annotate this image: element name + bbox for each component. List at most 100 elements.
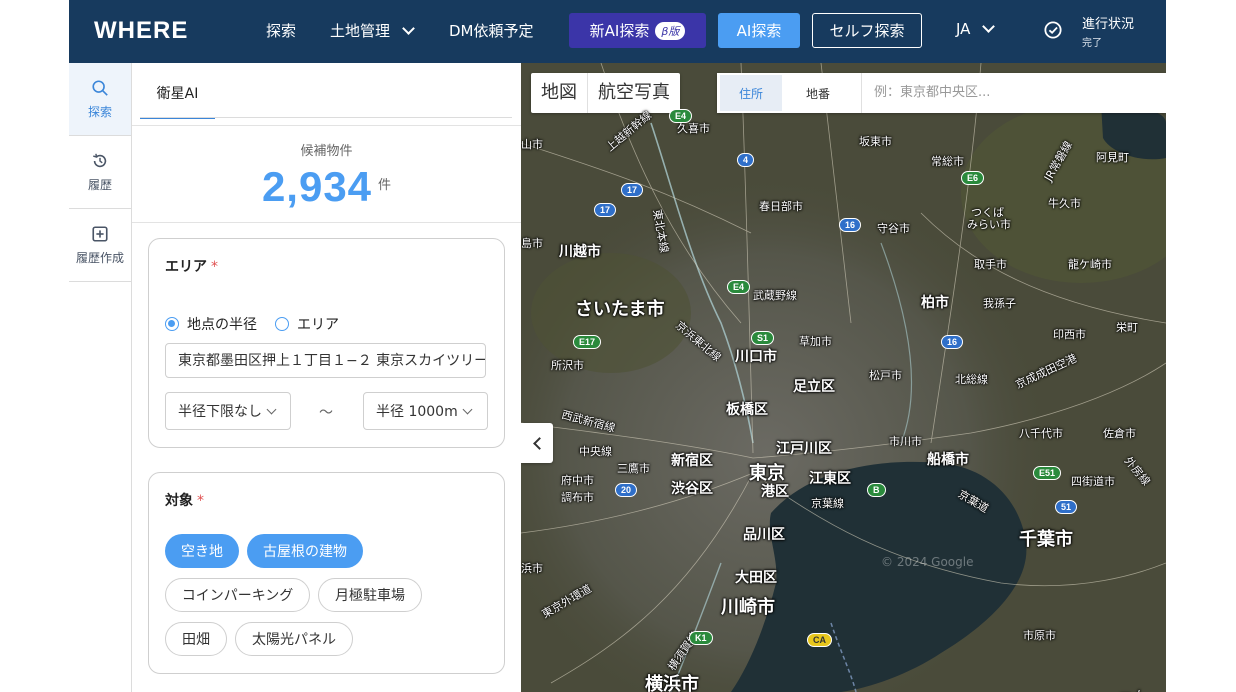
map-label: 我孫子	[983, 297, 1016, 310]
route-shield: E6	[961, 171, 985, 185]
route-shield: 4	[737, 153, 755, 167]
history-icon	[93, 153, 107, 167]
map-label: 坂東市	[859, 135, 892, 148]
collapse-panel-button[interactable]	[521, 423, 553, 463]
nav-land-management[interactable]: 土地管理	[330, 20, 415, 41]
rail-item-label: 履歴	[87, 177, 112, 192]
required-mark: *	[211, 259, 218, 275]
map-label: 四街道市	[1071, 475, 1115, 488]
max-radius-select[interactable]: 半径 1000m	[363, 392, 488, 430]
map-label: 横浜市	[645, 674, 699, 692]
map-label: 大田区	[735, 570, 777, 586]
chip-coin-parking[interactable]: コインパーキング	[165, 578, 310, 612]
new-ai-search-button[interactable]: 新AI探索 β版	[569, 13, 706, 48]
area-radio-label: エリア	[297, 317, 339, 333]
rail-item-explore[interactable]: 探索	[69, 63, 131, 136]
map-type-aerial[interactable]: 航空写真	[587, 73, 680, 113]
map-label: 調布市	[561, 491, 594, 504]
map-label: 佐倉市	[1103, 427, 1136, 440]
map-label: 渋谷区	[671, 481, 713, 497]
map-label: 板橋区	[726, 402, 768, 418]
map-label: 浜市	[521, 562, 543, 575]
map-label: 印西市	[1053, 328, 1086, 341]
map-label: 阿見町	[1096, 151, 1129, 164]
route-shield: S1	[751, 331, 775, 345]
nav-explore-label: 探索	[266, 22, 297, 40]
area-card: エリア * 地点の半径 エリア 東京都墨田区押上１丁目１−２ 東京スカイツリー 半…	[148, 238, 505, 448]
map-label: 品川区	[743, 527, 785, 543]
target-card: 対象 * 空き地 古屋根の建物 コインパーキング 月極駐車場 田畑 太陽光パネル	[148, 472, 505, 674]
map-label: 江東区	[809, 471, 851, 487]
range-tilde: 〜	[319, 405, 333, 421]
nav-dm-request[interactable]: DM依頼予定	[449, 20, 534, 41]
seg-address[interactable]: 住所	[720, 75, 782, 111]
map-label: みらい市	[967, 218, 1011, 231]
logo[interactable]: WHERE	[94, 17, 188, 45]
map-type-map[interactable]: 地図	[531, 73, 587, 113]
map-label: 北総線	[955, 373, 988, 386]
radio-selected-icon	[165, 317, 179, 331]
route-shield: E51	[1033, 466, 1062, 480]
map-label: 山市	[521, 138, 543, 151]
map-label: 取手市	[974, 258, 1007, 271]
nav-land-management-label: 土地管理	[330, 22, 391, 40]
route-shield: K1	[689, 631, 713, 645]
top-header: WHERE 探索 土地管理 DM依頼予定 新AI探索 β版 AI探索 セルフ探索…	[69, 0, 1166, 63]
tab-satellite-ai[interactable]: 衛星AI	[140, 83, 215, 119]
chip-old-roof-building[interactable]: 古屋根の建物	[247, 534, 363, 568]
chip-solar-panel[interactable]: 太陽光パネル	[235, 622, 353, 656]
map-label: 足立区	[793, 379, 835, 395]
map-search-input[interactable]: 例：東京都中央区...	[861, 73, 1166, 113]
nav-explore[interactable]: 探索	[266, 20, 296, 41]
map-label: 市原市	[1023, 629, 1056, 642]
language-label: JA	[956, 20, 971, 38]
map-watermark: © 2024 Google	[881, 555, 974, 569]
route-shield: 17	[621, 183, 644, 197]
seg-lot-number[interactable]: 地番	[785, 75, 851, 111]
language-selector[interactable]: JA	[956, 20, 996, 38]
map-label: 松戸市	[869, 369, 902, 382]
map-label: 京葉線	[811, 497, 844, 510]
rail-item-history[interactable]: 履歴	[69, 136, 131, 209]
max-radius-value: 半径 1000m	[376, 404, 458, 420]
map-label: 草加市	[799, 335, 832, 348]
chip-farmland[interactable]: 田畑	[165, 622, 227, 656]
address-input[interactable]: 東京都墨田区押上１丁目１−２ 東京スカイツリー	[165, 343, 486, 378]
min-radius-select[interactable]: 半径下限なし	[165, 392, 291, 430]
chip-vacant-land[interactable]: 空き地	[165, 534, 239, 568]
map-label: 武蔵野線	[753, 289, 797, 302]
map-type-toggle: 地図 航空写真	[531, 73, 680, 113]
search-icon	[92, 79, 108, 96]
route-shield: E17	[573, 335, 602, 349]
candidate-count: 候補物件 2,934 件	[132, 125, 521, 223]
chip-monthly-parking[interactable]: 月極駐車場	[318, 578, 422, 612]
route-shield: 20	[615, 483, 638, 497]
map-label: 港区	[761, 484, 789, 500]
map-label: 千葉市	[1019, 529, 1073, 550]
satellite-map[interactable]: 地図 航空写真 住所 地番 例：東京都中央区... 久喜市 坂東市 阿見町 常総…	[521, 63, 1166, 692]
status-subtitle: 完了	[1082, 38, 1102, 49]
left-rail: 探索 履歴 履歴作成	[69, 63, 132, 692]
map-label: 栄町	[1116, 321, 1138, 334]
app: WHERE 探索 土地管理 DM依頼予定 新AI探索 β版 AI探索 セルフ探索…	[69, 0, 1166, 692]
radio-unselected-icon	[275, 317, 289, 331]
nav-dm-request-label: DM依頼予定	[449, 22, 534, 40]
chevron-left-icon	[532, 436, 546, 450]
map-label: 市川市	[889, 435, 922, 448]
radius-radio[interactable]: 地点の半径	[165, 314, 257, 334]
map-label: 所沢市	[551, 359, 584, 372]
self-search-button[interactable]: セルフ探索	[812, 13, 922, 48]
chevron-down-icon	[462, 404, 473, 414]
chevron-down-icon	[266, 404, 277, 414]
map-label: 柏市	[921, 295, 949, 311]
tab-divider	[140, 117, 512, 118]
rail-item-create-history[interactable]: 履歴作成	[69, 209, 131, 282]
route-shield: 16	[941, 335, 964, 349]
map-label: 川越市	[559, 244, 601, 260]
check-circle-icon	[1044, 21, 1062, 39]
ai-search-button[interactable]: AI探索	[718, 13, 800, 48]
area-radio[interactable]: エリア	[275, 314, 339, 334]
map-label: 中央線	[579, 445, 612, 458]
map-label: 常総市	[931, 155, 964, 168]
map-label: 新宿区	[671, 453, 713, 469]
